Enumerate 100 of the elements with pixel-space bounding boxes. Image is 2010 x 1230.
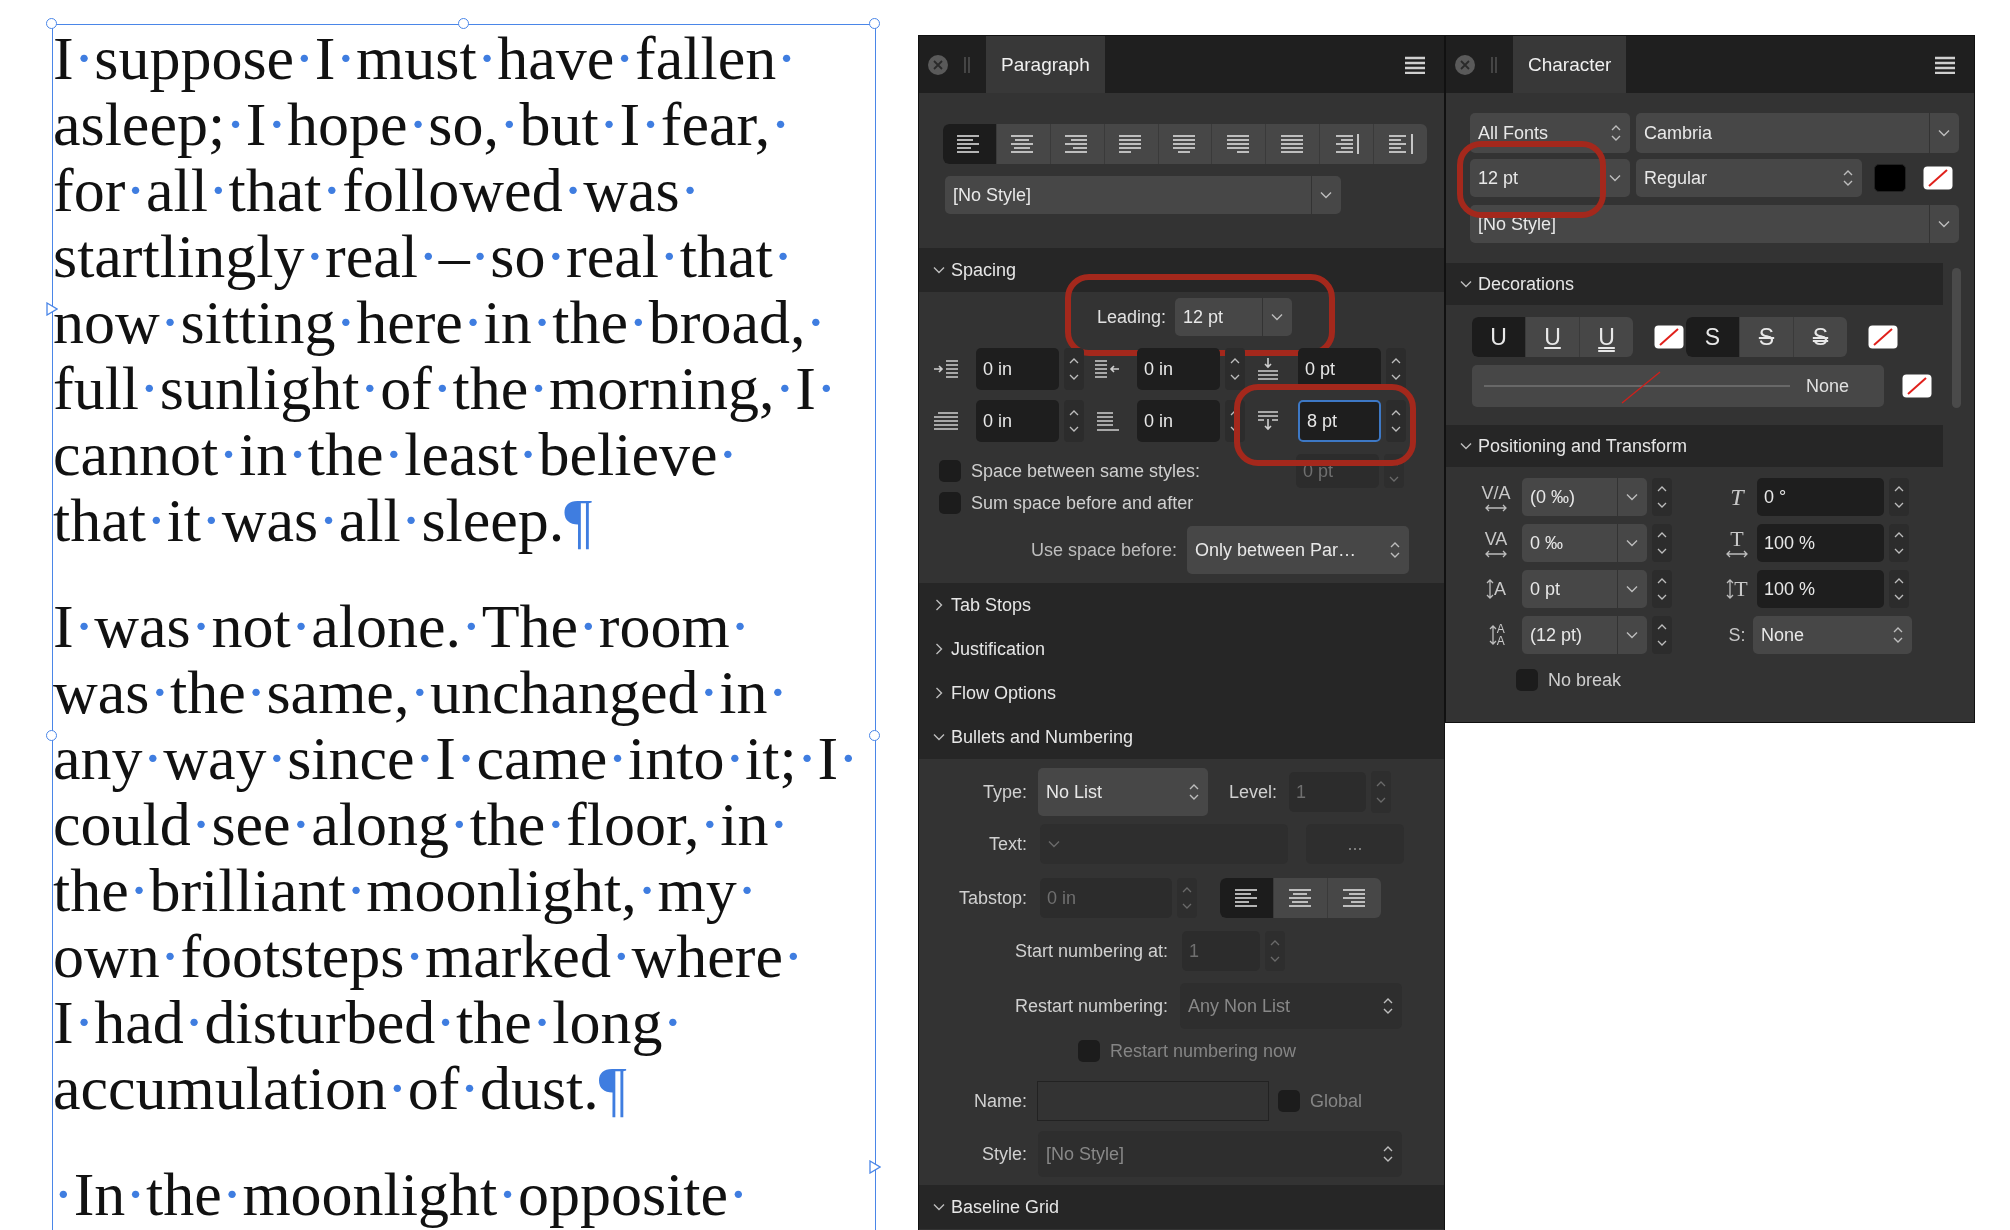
chevron-down-icon: [1271, 313, 1284, 321]
checkbox-label: Sum space before and after: [971, 492, 1194, 514]
stepper[interactable]: [1889, 570, 1909, 608]
stepper[interactable]: [1064, 400, 1084, 442]
checkbox[interactable]: [1516, 669, 1538, 691]
up-down-arrows-icon: [1894, 531, 1904, 555]
field-label: Text:: [988, 833, 1028, 855]
no-color-swatch-icon[interactable]: [1923, 166, 1953, 190]
section-header[interactable]: Spacing: [919, 248, 1444, 292]
chevron-down-icon: [1609, 174, 1621, 182]
skew-field[interactable]: 0 °: [1757, 478, 1884, 516]
align-away-from-spine-icon: [1388, 134, 1413, 154]
no-color-swatch-icon[interactable]: [1902, 374, 1932, 398]
underline-button[interactable]: U: [1472, 317, 1526, 357]
text-paragraph: ·In·the·moonlight·opposite·: [53, 1161, 749, 1227]
stepper[interactable]: [1889, 478, 1909, 516]
section-header[interactable]: Justification: [919, 627, 1444, 671]
section-header[interactable]: Baseline Grid: [919, 1185, 1444, 1229]
section-header[interactable]: Flow Options: [919, 671, 1444, 715]
leading-dropdown[interactable]: (12 pt): [1522, 616, 1647, 654]
font-style-dropdown[interactable]: Regular: [1636, 159, 1862, 197]
text-paragraph: I·was·not·alone.·The·room· was·the·same,·unchanged·in· any·way·since·I·came·into·it;·I· could·see·along·the·floor,·in· the·brilliant·moonlight,·my· own·footsteps·marked·where· I·had·disturbed·the·long· accumulation·of·dust.¶: [53, 593, 859, 1121]
stepper[interactable]: [1652, 616, 1672, 654]
leading-dropdown[interactable]: 12 pt: [1175, 298, 1293, 336]
color-swatch[interactable]: [1874, 164, 1906, 192]
kerning-dropdown[interactable]: (0 ‰): [1522, 478, 1647, 516]
text-flow-in-icon[interactable]: [46, 302, 58, 316]
grip-icon[interactable]: [1490, 55, 1498, 74]
no-color-swatch-icon[interactable]: [1654, 325, 1684, 349]
list-type-dropdown[interactable]: No List: [1038, 768, 1208, 816]
underline-button[interactable]: U: [1526, 317, 1580, 357]
paragraph-tab[interactable]: Paragraph: [986, 36, 1105, 93]
up-down-arrows-icon: [1270, 939, 1280, 963]
checkbox-label: Space between same styles:: [971, 460, 1201, 482]
use-space-before-dropdown[interactable]: Only between Par…: [1187, 526, 1409, 574]
underline-button[interactable]: U: [1580, 317, 1633, 357]
alignment-button[interactable]: [943, 124, 997, 164]
menu-icon[interactable]: [1404, 55, 1426, 74]
resize-handle[interactable]: [869, 730, 880, 741]
close-icon[interactable]: [1454, 53, 1476, 76]
up-down-arrows-icon: [1657, 577, 1667, 601]
stepper[interactable]: [1652, 524, 1672, 562]
stepper[interactable]: [1386, 348, 1406, 390]
up-down-arrows-icon: [1611, 124, 1621, 142]
baseline-shift-dropdown[interactable]: 0 pt: [1522, 570, 1647, 608]
stepper[interactable]: [1386, 400, 1406, 442]
menu-icon[interactable]: [1934, 55, 1956, 74]
stepper[interactable]: [1064, 348, 1084, 390]
section-title: Spacing: [951, 259, 1017, 281]
up-down-arrows-icon: [1894, 577, 1904, 601]
section-header[interactable]: Decorations: [1446, 263, 1943, 305]
horizontal-scale-field[interactable]: 100 %: [1757, 524, 1884, 562]
checkbox-label: No break: [1548, 669, 1622, 691]
align-towards-spine-icon: [1334, 134, 1359, 154]
paragraph-style-dropdown[interactable]: [No Style]: [945, 176, 1341, 214]
stepper[interactable]: [1225, 348, 1245, 390]
text-frame[interactable]: [52, 24, 876, 1230]
resize-handle[interactable]: [46, 730, 57, 741]
spacing-field[interactable]: 0 in: [1137, 348, 1220, 390]
chevron-down-icon: [1048, 840, 1060, 848]
strikethrough-button[interactable]: S: [1794, 317, 1847, 357]
strikethrough-button[interactable]: S: [1686, 317, 1740, 357]
spacing-field[interactable]: 0 in: [976, 348, 1059, 390]
field-label: Use space before:: [1030, 539, 1177, 561]
typography-dropdown[interactable]: None: [1753, 616, 1912, 654]
section-title: Decorations: [1478, 273, 1575, 295]
chevron-right-icon: [933, 599, 945, 611]
space-after-icon: [1256, 410, 1280, 432]
chevron-down-icon: [1460, 280, 1472, 288]
font-family-dropdown[interactable]: Cambria: [1636, 113, 1959, 153]
no-color-swatch-icon[interactable]: [1868, 325, 1898, 349]
spacing-field[interactable]: 0 in: [976, 400, 1059, 442]
section-title: Bullets and Numbering: [951, 726, 1134, 748]
resize-handle[interactable]: [46, 18, 57, 29]
character-tab[interactable]: Character: [1513, 36, 1627, 93]
section-header[interactable]: Tab Stops: [919, 583, 1444, 627]
strikethrough-button[interactable]: S: [1740, 317, 1794, 357]
vertical-scale-field[interactable]: 100 %: [1757, 570, 1884, 608]
stepper[interactable]: [1652, 570, 1672, 608]
section-header[interactable]: Bullets and Numbering: [919, 715, 1444, 759]
stepper[interactable]: [1889, 524, 1909, 562]
resize-handle[interactable]: [458, 18, 469, 29]
stepper[interactable]: [1652, 478, 1672, 516]
grip-icon[interactable]: [963, 55, 971, 74]
text-flow-out-icon[interactable]: [869, 1160, 881, 1174]
font-size-dropdown[interactable]: 12 pt: [1470, 159, 1630, 197]
spacing-field[interactable]: 0 in: [1137, 400, 1220, 442]
spacing-field[interactable]: 8 pt: [1298, 400, 1381, 442]
checkbox[interactable]: [939, 460, 961, 482]
checkbox-label: Restart numbering now: [1110, 1040, 1297, 1062]
up-down-arrows-icon: [1657, 531, 1667, 555]
first-line-indent-icon: [934, 410, 958, 432]
section-header[interactable]: Positioning and Transform: [1446, 425, 1943, 467]
line-style-dropdown[interactable]: None: [1472, 365, 1884, 407]
checkbox[interactable]: [939, 492, 961, 514]
resize-handle[interactable]: [869, 18, 880, 29]
close-icon[interactable]: [927, 53, 949, 76]
chevron-down-icon: [1626, 493, 1638, 501]
up-down-arrows-icon: [1189, 783, 1199, 801]
tracking-dropdown[interactable]: 0 ‰: [1522, 524, 1647, 562]
